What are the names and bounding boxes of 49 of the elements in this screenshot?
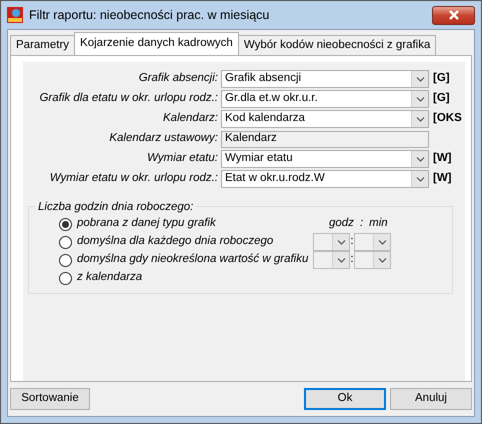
code-tag: [OKS	[429, 110, 462, 128]
separator-text: :	[360, 216, 364, 232]
radio-button[interactable]	[59, 218, 72, 230]
option-label: domyślna gdy nieokreślona wartość w grafiku	[77, 252, 310, 268]
code-tag: [W]	[429, 150, 452, 168]
dropdown-field[interactable]: Grafik absencji	[221, 70, 429, 88]
field-label: Grafik dla etatu w okr. urlopu rodz.:	[38, 91, 219, 106]
radio-button[interactable]	[59, 236, 72, 248]
hours-header: godz	[329, 216, 354, 232]
minutes-header: min	[369, 216, 388, 232]
caret-icon	[416, 76, 424, 82]
code-tag: [G]	[429, 70, 450, 88]
separator-text: :	[350, 234, 354, 250]
tab[interactable]: Kojarzenie danych kadrowych	[74, 32, 239, 55]
caret-icon	[336, 258, 346, 262]
caret-icon	[416, 116, 424, 122]
caret-icon	[416, 96, 424, 102]
caret-icon	[336, 240, 346, 244]
field-label: Wymiar etatu w okr. urlopu rodz.:	[48, 171, 219, 186]
field-label: Grafik absencji:	[138, 71, 219, 86]
dialog-button[interactable]: Anuluj	[390, 388, 472, 410]
window-title: Filtr raportu: nieobecności prac. w miesiącu	[29, 6, 270, 24]
caret-icon	[378, 240, 386, 244]
separator-text: :	[350, 252, 354, 268]
dropdown-field[interactable]: Gr.dla et.w okr.u.r.	[221, 90, 429, 108]
close-button[interactable]	[432, 6, 475, 24]
option-label: pobrana z danej typu grafik	[77, 216, 217, 232]
field-label: Kalendarz ustawowy:	[108, 131, 219, 146]
tab[interactable]: Wybór kodów nieobecności z grafika	[238, 35, 436, 55]
text-field[interactable]: Kalendarz	[221, 130, 429, 148]
code-tag: [W]	[429, 170, 452, 188]
caret-icon	[416, 156, 424, 162]
app-icon	[7, 7, 23, 23]
caret-icon	[416, 176, 424, 182]
dialog-button[interactable]: Sortowanie	[10, 388, 90, 410]
dropdown-field[interactable]: Etat w okr.u.rodz.W	[221, 170, 429, 188]
tab[interactable]: Parametry	[10, 35, 76, 55]
caret-icon	[378, 258, 386, 262]
code-tag: [G]	[429, 90, 450, 108]
dropdown-field[interactable]: Kod kalendarza	[221, 110, 429, 128]
radio-button[interactable]	[59, 254, 72, 266]
radio-button[interactable]	[59, 272, 72, 284]
option-label: domyślna dla każdego dnia roboczego	[77, 234, 274, 250]
field-label: Kalendarz:	[162, 111, 219, 126]
dropdown-field[interactable]: Wymiar etatu	[221, 150, 429, 168]
field-label: Wymiar etatu:	[146, 151, 219, 166]
option-label: z kalendarza	[77, 270, 144, 286]
dialog-button[interactable]: Ok	[304, 388, 386, 410]
close-icon	[448, 10, 460, 20]
